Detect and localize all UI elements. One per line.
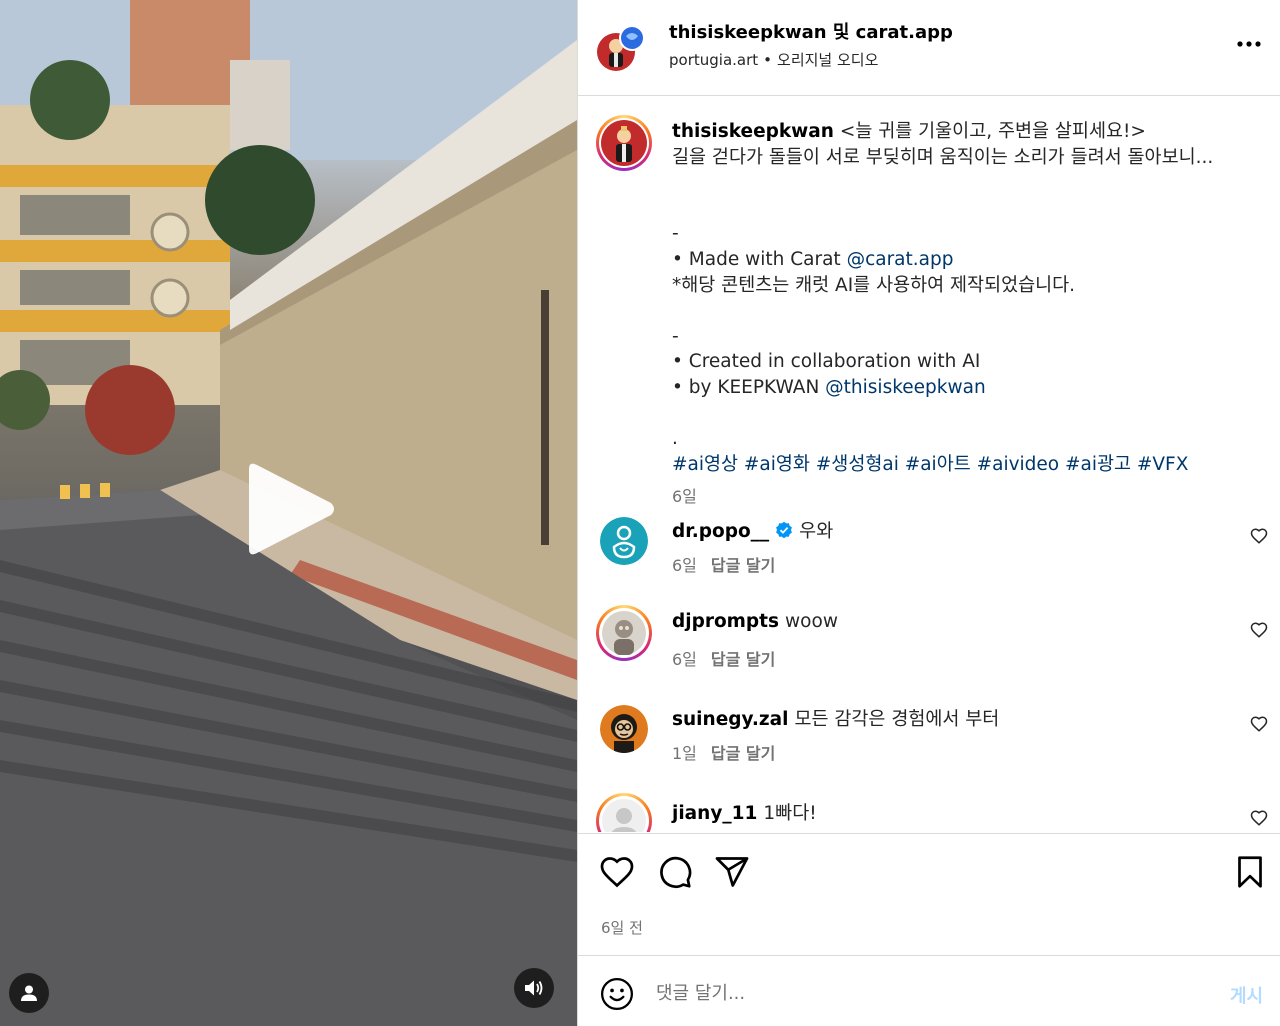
author-username[interactable]: thisiskeepkwan	[669, 22, 827, 43]
mention-link[interactable]: @thisiskeepkwan	[825, 377, 986, 398]
caption-notice: *해당 콘텐츠는 캐럿 AI를 사용하여 제작되었습니다.	[672, 274, 1076, 296]
play-icon[interactable]	[245, 461, 337, 557]
comment-text: 우와	[799, 521, 834, 542]
comment-item: jiany_11 1빠다!	[578, 793, 1280, 832]
speaker-icon	[525, 980, 543, 996]
comment-time[interactable]: 6일	[672, 556, 697, 575]
comment-like-heart-icon[interactable]	[1250, 527, 1268, 545]
comment-username[interactable]: jiany_11	[672, 803, 757, 824]
comment-avatar[interactable]	[596, 605, 652, 661]
comment-time[interactable]: 1일	[672, 744, 697, 763]
caption-separator: -	[672, 325, 679, 347]
separator-dot: •	[763, 51, 773, 69]
sound-toggle-button[interactable]	[514, 968, 554, 1008]
verified-badge-icon	[776, 521, 793, 539]
caption-time[interactable]: 6일	[672, 484, 1262, 510]
collab-conjunction: 및	[832, 22, 850, 43]
location-link[interactable]: portugia.art	[669, 51, 758, 69]
collab-avatars[interactable]	[596, 22, 648, 74]
post-header: thisiskeepkwan 및 carat.app portugia.art •…	[578, 0, 1280, 96]
comment-body: djprompts woow	[672, 611, 838, 632]
bookmark-icon[interactable]	[1232, 854, 1268, 890]
post-side-panel: thisiskeepkwan 및 carat.app portugia.art •…	[578, 0, 1280, 1026]
comment-text: 모든 감각은 경험에서 부터	[794, 709, 1000, 730]
caption-collab-line: • Created in collaboration with AI	[672, 351, 981, 373]
reply-button[interactable]: 답글 달기	[711, 556, 775, 575]
comment-avatar[interactable]	[600, 705, 648, 753]
comment-meta: 1일 답글 달기	[672, 740, 775, 764]
comment-like-heart-icon[interactable]	[1250, 715, 1268, 733]
caption-title: <늘 귀를 기울이고, 주변을 살피세요!>	[839, 121, 1146, 142]
comments-list[interactable]: thisiskeepkwan <늘 귀를 기울이고, 주변을 살피세요!> 길을…	[578, 97, 1280, 832]
comment-avatar[interactable]	[596, 793, 652, 832]
comment-body: jiany_11 1빠다!	[672, 799, 817, 825]
video-player[interactable]	[0, 0, 577, 1026]
comment-meta: 6일 답글 달기	[672, 552, 775, 576]
comment-item: suinegy.zal 모든 감각은 경험에서 부터 1일 답글 달기	[578, 705, 1280, 795]
caption-by: • by KEEPKWAN	[672, 376, 826, 398]
caption-text: thisiskeepkwan <늘 귀를 기울이고, 주변을 살피세요!> 길을…	[672, 119, 1262, 510]
comment-item: dr.popo__ 우와 6일 답글 달기	[578, 517, 1280, 607]
more-options-button[interactable]	[1234, 32, 1264, 56]
smiley-icon[interactable]	[600, 977, 634, 1011]
person-icon	[21, 985, 37, 1001]
collaborator-username[interactable]: carat.app	[856, 22, 953, 43]
comment-username[interactable]: djprompts	[672, 611, 779, 632]
mention-link[interactable]: @carat.app	[847, 249, 954, 270]
paper-plane-icon[interactable]	[714, 854, 750, 890]
comment-text: 1빠다!	[763, 803, 817, 824]
comment-avatar[interactable]	[600, 517, 648, 565]
audio-link[interactable]: 오리지널 오디오	[777, 51, 878, 69]
reply-button[interactable]: 답글 달기	[711, 650, 775, 669]
comment-body: dr.popo__ 우와	[672, 517, 833, 543]
comment-username[interactable]: dr.popo__	[672, 521, 769, 542]
comment-input[interactable]	[656, 975, 1216, 1011]
comment-meta: 6일 답글 달기	[672, 646, 775, 670]
post-comment-button[interactable]: 게시	[1230, 982, 1263, 1008]
comment-bubble-icon[interactable]	[657, 854, 693, 890]
reply-button[interactable]: 답글 달기	[711, 744, 775, 763]
comment-text: woow	[785, 611, 838, 632]
post-subtitle: portugia.art • 오리지널 오디오	[669, 49, 878, 70]
caption-separator: -	[672, 223, 679, 245]
comment-time[interactable]: 6일	[672, 650, 697, 669]
comment-like-heart-icon[interactable]	[1250, 621, 1268, 639]
heart-icon[interactable]	[599, 854, 635, 890]
comment-composer: 게시	[578, 955, 1280, 1026]
comment-username[interactable]: suinegy.zal	[672, 709, 788, 730]
user-tags-button[interactable]	[9, 973, 49, 1013]
action-bar: 6일 전	[578, 833, 1280, 955]
caption-made-with: • Made with Carat	[672, 248, 847, 270]
caption-line: 길을 걷다가 돌들이 서로 부딪히며 움직이는 소리가 들려서 돌아보니...	[672, 146, 1214, 168]
caption-avatar[interactable]	[596, 115, 652, 171]
more-options-icon	[1237, 41, 1261, 47]
comment-body: suinegy.zal 모든 감각은 경험에서 부터	[672, 705, 999, 731]
caption-username[interactable]: thisiskeepkwan	[672, 121, 834, 142]
hashtags[interactable]: #ai영상 #ai영화 #생성형ai #ai아트 #aivideo #ai광고 …	[672, 452, 1262, 478]
post-timestamp[interactable]: 6일 전	[601, 917, 643, 938]
post-authors: thisiskeepkwan 및 carat.app	[669, 18, 953, 44]
caption-dot: .	[672, 428, 678, 450]
comment-like-heart-icon[interactable]	[1250, 809, 1268, 827]
comment-item: djprompts woow 6일 답글 달기	[578, 605, 1280, 701]
